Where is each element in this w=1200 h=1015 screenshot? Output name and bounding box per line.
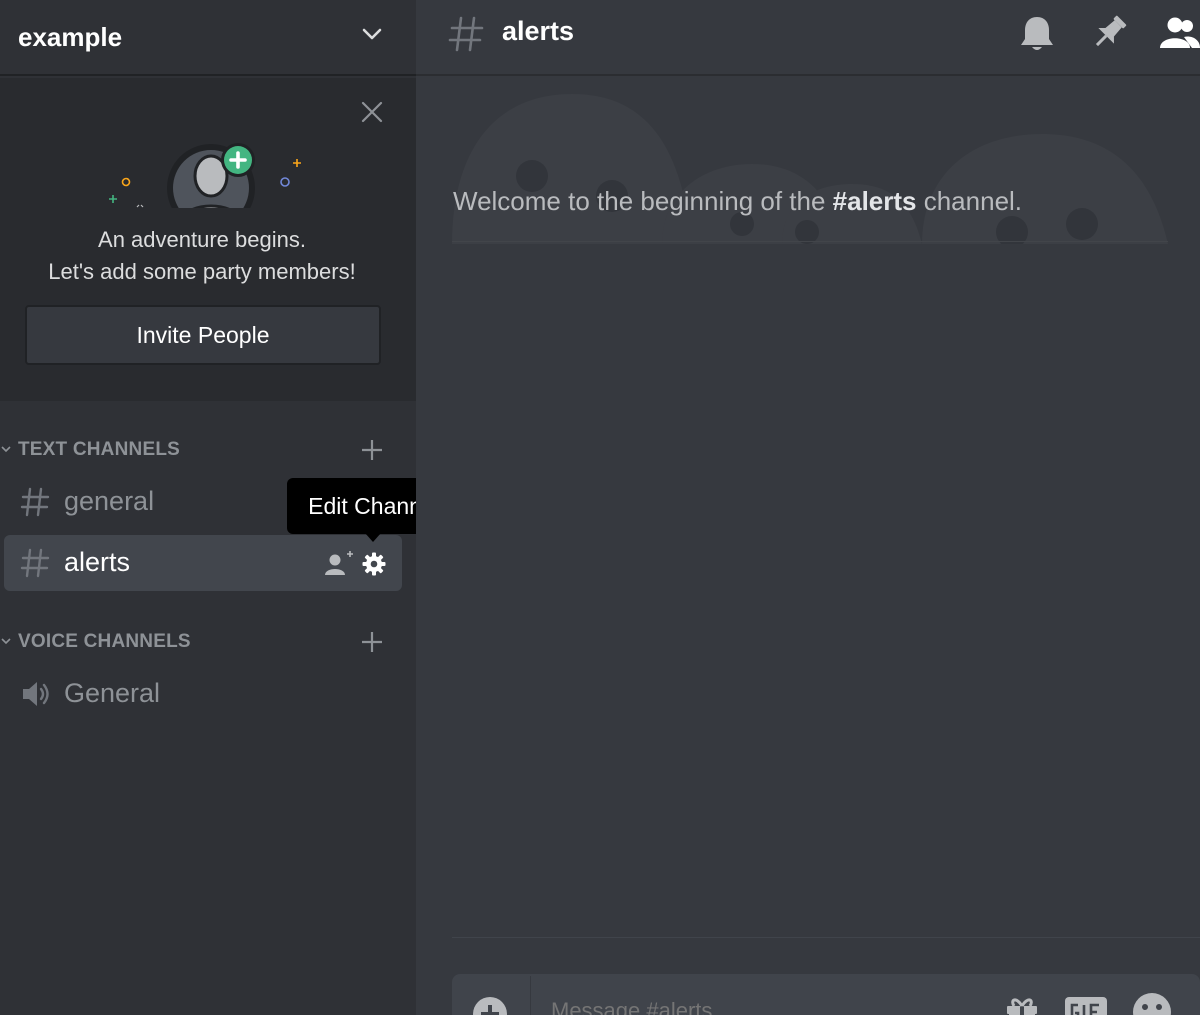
members-icon[interactable] [1160,16,1200,50]
invite-message: An adventure begins. Let's add some part… [0,224,404,288]
composer-separator [530,976,531,1015]
add-member-illustration [109,143,301,208]
tooltip-arrow [365,533,381,542]
channel-name: general [64,486,155,516]
category-label: VOICE CHANNELS [18,631,191,652]
hashtag-icon [448,16,484,52]
welcome-wumpus-illustration [452,94,1168,244]
hashtag-icon [20,487,50,517]
chevron-down-icon [1,638,11,645]
create-invite-icon[interactable] [324,551,354,577]
chat-main: alerts Welcome to the beginning of the #… [416,0,1200,1015]
channel-voice-general[interactable]: General [4,666,402,722]
invite-panel: An adventure begins. Let's add some part… [0,78,416,401]
gif-icon[interactable] [1064,996,1108,1015]
message-composer [452,974,1200,1015]
emoji-icon[interactable] [1132,992,1172,1015]
hashtag-icon [20,548,50,578]
channel-name: alerts [64,547,131,577]
divider [452,937,1200,938]
invite-line-2: Let's add some party members! [48,259,356,284]
invite-people-button[interactable]: Invite People [25,305,381,365]
category-label: TEXT CHANNELS [18,439,180,460]
channel-title: alerts [502,16,575,46]
gift-icon[interactable] [1004,994,1040,1015]
welcome-message: Welcome to the beginning of the #alerts … [453,186,1022,217]
welcome-channel-name: #alerts [832,186,917,216]
server-header[interactable]: example [0,0,416,76]
add-channel-icon[interactable] [360,438,384,462]
welcome-prefix: Welcome to the beginning of the [453,186,833,216]
upload-plus-icon[interactable] [472,996,508,1015]
channel-name: General [64,678,161,708]
add-channel-icon[interactable] [360,630,384,654]
close-icon[interactable] [360,100,384,124]
category-voice-channels[interactable]: VOICE CHANNELS [0,625,416,659]
server-name: example [18,21,123,52]
gear-icon[interactable] [362,552,386,576]
welcome-suffix: channel. [916,186,1023,216]
channel-sidebar: example An adventure begins. Let's add s… [0,0,461,1015]
channel-alerts[interactable]: alerts [4,535,402,591]
chevron-down-icon [1,446,11,453]
speaker-icon [23,682,49,706]
pin-icon[interactable] [1090,14,1128,52]
message-input[interactable] [551,998,971,1015]
divider [452,241,1168,242]
channel-header: alerts [416,0,1200,76]
chevron-down-icon[interactable] [360,22,384,46]
invite-line-1: An adventure begins. [98,227,306,252]
bell-icon[interactable] [1018,14,1056,54]
category-text-channels[interactable]: TEXT CHANNELS [0,433,416,467]
